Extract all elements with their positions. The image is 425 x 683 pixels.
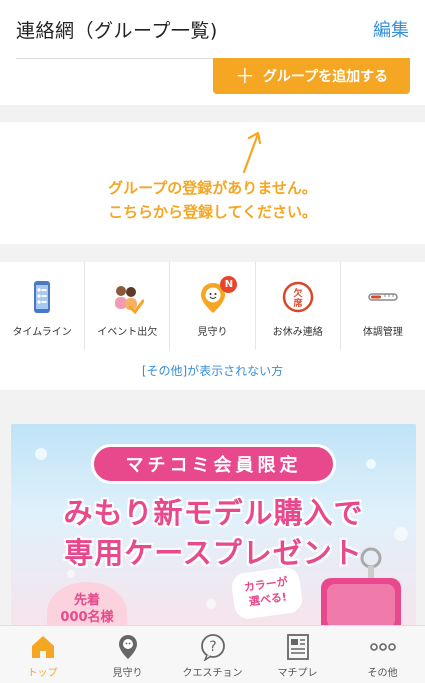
page-title: 連絡網（グループ一覧) (16, 20, 218, 42)
tab-label: 見守り (112, 668, 143, 679)
header: 連絡網（グループ一覧) 編集 ＋ グループを追加する (0, 0, 425, 105)
feature-event-attendance[interactable]: イベント出欠 (85, 262, 171, 350)
sticker-text: 先着 (73, 593, 100, 608)
feature-label: イベント出欠 (97, 327, 158, 338)
color-bubble: カラーが 選べる! (230, 565, 304, 621)
tab-label: トップ (27, 668, 58, 679)
tab-machipre[interactable]: マチプレ (255, 626, 340, 683)
banner-pill: マチコミ会員限定 (91, 444, 336, 484)
newspaper-icon (286, 634, 309, 660)
home-icon (31, 636, 54, 658)
empty-state-line: グループの登録がありません。 (108, 179, 317, 197)
feature-watch-over[interactable]: N 見守り (170, 262, 256, 350)
tab-more[interactable]: その他 (340, 626, 425, 683)
tab-watch-over[interactable]: 見守り (85, 626, 170, 683)
up-arrow-icon (242, 131, 262, 174)
sticker-text: 000名様 (60, 610, 114, 625)
tab-question[interactable]: ? クエスチョン (170, 626, 255, 683)
location-pin-icon (118, 635, 137, 659)
edit-button[interactable]: 編集 (373, 16, 409, 42)
feature-label: お休み連絡 (272, 327, 323, 338)
feature-label: タイムライン (12, 327, 72, 338)
feature-label: 見守り (197, 327, 228, 338)
feature-timeline[interactable]: タイムライン (0, 262, 86, 350)
thermometer-icon (368, 293, 398, 301)
event-attendance-icon (115, 286, 145, 315)
empty-state-panel: グループの登録がありません。 こちらから登録してください。 (0, 122, 425, 244)
pink-case-image (321, 547, 401, 625)
tab-label: クエスチョン (182, 668, 243, 679)
tab-top[interactable]: トップ (0, 626, 85, 683)
add-group-button[interactable]: ＋ グループを追加する (213, 58, 410, 94)
tab-label: その他 (367, 668, 398, 679)
new-badge: N (220, 276, 238, 293)
feature-health[interactable]: 体調管理 (341, 262, 425, 350)
add-group-label: グループを追加する (262, 69, 389, 85)
svg-text:?: ? (209, 639, 216, 655)
svg-text:席: 席 (293, 297, 302, 309)
plus-icon: ＋ (234, 64, 255, 88)
timeline-phone-icon (34, 281, 51, 313)
more-dots-icon (369, 643, 396, 651)
feature-absence[interactable]: 欠 席 お休み連絡 (256, 262, 341, 350)
absence-stamp-icon: 欠 席 (282, 281, 313, 313)
empty-state-line: こちらから登録してください。 (107, 203, 318, 221)
tab-label: マチプレ (277, 668, 318, 679)
question-bubble-icon: ? (200, 634, 225, 661)
empty-state-message: グループの登録がありません。 こちらから登録してください。 (0, 176, 425, 224)
svg-text:欠: 欠 (293, 287, 302, 299)
promo-banner[interactable]: マチコミ会員限定 みもり新モデル購入で 専用ケースプレゼント カラーが 選べる!… (11, 424, 416, 625)
feature-label: 体調管理 (362, 327, 403, 338)
feature-shortcuts: タイムライン イベント出欠 N 見守り 欠 席 お休み連絡 体調管理 [その他]… (0, 262, 425, 390)
banner-headline: みもり新モデル購入で (63, 496, 364, 530)
hidden-items-link[interactable]: [その他]が表示されない方 (0, 362, 425, 379)
bottom-tab-bar: トップ 見守り ? クエスチョン マチプレ その他 (0, 625, 425, 683)
